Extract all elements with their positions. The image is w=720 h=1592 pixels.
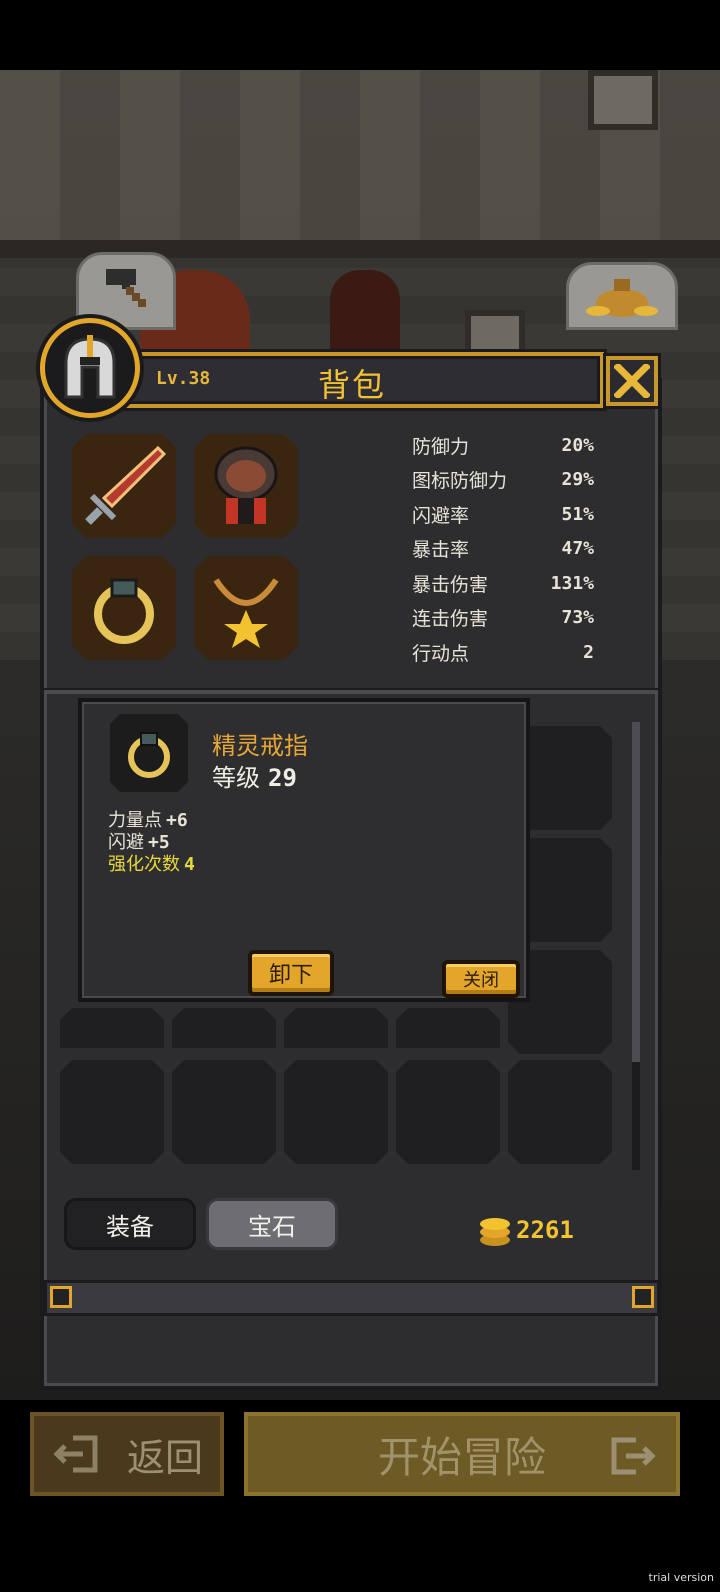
ring-icon <box>128 732 170 778</box>
leather-armor-icon <box>214 446 278 524</box>
item-attribute-enhance: 强化次数 4 <box>108 854 195 876</box>
stat-label: 暴击伤害 <box>412 573 489 596</box>
weapon-slot[interactable] <box>72 434 176 538</box>
attribute-label: 力量点 <box>108 810 162 831</box>
attribute-value: +6 <box>166 810 188 831</box>
stat-row: 暴击伤害 131% <box>412 566 594 601</box>
stat-value: 20% <box>561 434 594 456</box>
armor-slot[interactable] <box>194 434 298 538</box>
stat-label: 闪避率 <box>412 504 470 527</box>
inventory-cell[interactable] <box>396 1060 500 1164</box>
scrollbar-thumb[interactable] <box>632 722 640 1062</box>
item-level-label: 等级 <box>212 764 260 792</box>
stat-row: 图标防御力 29% <box>412 463 594 498</box>
stat-row: 闪避率 51% <box>412 497 594 532</box>
close-icon <box>614 364 650 398</box>
gold-coin-icon <box>480 1218 510 1246</box>
inventory-cell[interactable] <box>60 1060 164 1164</box>
exit-arrow-icon <box>53 1435 98 1473</box>
stat-value: 73% <box>561 607 594 629</box>
ring-icon <box>94 578 154 644</box>
knight-helmet-icon <box>64 335 116 399</box>
stat-label: 行动点 <box>412 642 470 665</box>
ring-slot[interactable] <box>72 556 176 660</box>
panel-bottom-rail <box>44 1280 660 1316</box>
stat-value: 29% <box>561 469 594 491</box>
coin-bag-icon <box>586 279 658 317</box>
item-detail-popup: 精灵戒指 等级 29 力量点 +6 闪避 +5 强化次数 4 卸下 关闭 <box>78 698 530 1002</box>
title-bar: Lv.38 背包 <box>100 352 604 408</box>
stat-label: 连击伤害 <box>412 608 489 631</box>
star-necklace-icon <box>213 578 279 648</box>
item-attribute: 闪避 +5 <box>108 832 170 854</box>
window <box>588 70 658 130</box>
stat-value: 47% <box>561 538 594 560</box>
attribute-label: 强化次数 <box>108 854 180 875</box>
necklace-slot[interactable] <box>194 556 298 660</box>
stat-row: 行动点 2 <box>412 635 594 670</box>
inventory-cell[interactable] <box>284 1060 388 1164</box>
stat-label: 图标防御力 <box>412 470 508 493</box>
start-label: 开始冒险 <box>377 1432 546 1482</box>
rivet-decoration <box>632 1286 654 1308</box>
inventory-cell[interactable] <box>396 1008 500 1048</box>
trial-version-label: trial version <box>648 1571 714 1584</box>
inventory-cell[interactable] <box>60 1008 164 1048</box>
inventory-cell[interactable] <box>172 1008 276 1048</box>
stat-row: 防御力 20% <box>412 428 594 463</box>
attribute-value: 4 <box>184 854 195 875</box>
rivet-decoration <box>50 1286 72 1308</box>
stat-value: 51% <box>561 503 594 525</box>
inventory-cell[interactable] <box>508 1060 612 1164</box>
tab-equipment[interactable]: 装备 <box>64 1198 196 1250</box>
unequip-button[interactable]: 卸下 <box>248 950 334 996</box>
inventory-cell[interactable] <box>172 1060 276 1164</box>
merchant-bag-button[interactable] <box>566 262 678 330</box>
item-level: 等级 29 <box>212 758 297 793</box>
attribute-value: +5 <box>148 832 170 853</box>
start-adventure-button[interactable]: 开始冒险 <box>244 1412 680 1496</box>
stats-list: 防御力 20% 图标防御力 29% 闪避率 51% 暴击率 47% 暴击伤害 1… <box>412 428 594 670</box>
item-icon-frame <box>110 714 188 792</box>
page-title: 背包 <box>317 366 386 404</box>
popup-close-button[interactable]: 关闭 <box>442 960 520 998</box>
stat-row: 连击伤害 73% <box>412 601 594 636</box>
tab-gems[interactable]: 宝石 <box>206 1198 338 1250</box>
sword-icon <box>85 445 167 525</box>
back-label: 返回 <box>126 1435 203 1480</box>
item-attribute: 力量点 +6 <box>108 810 188 832</box>
hammer-icon <box>106 269 146 307</box>
enter-arrow-icon <box>611 1437 656 1475</box>
stat-value: 131% <box>550 572 594 594</box>
gold-amount: 2261 <box>516 1216 574 1244</box>
section-divider <box>44 688 658 694</box>
inventory-cell[interactable] <box>284 1008 388 1048</box>
stat-row: 暴击率 47% <box>412 532 594 567</box>
stat-label: 防御力 <box>412 435 470 458</box>
stat-label: 暴击率 <box>412 539 470 562</box>
stat-value: 2 <box>583 641 594 663</box>
attribute-label: 闪避 <box>108 832 144 853</box>
back-button[interactable]: 返回 <box>30 1412 224 1496</box>
item-name: 精灵戒指 <box>212 732 308 760</box>
hero-avatar[interactable] <box>40 318 140 418</box>
close-button[interactable] <box>606 356 658 406</box>
item-level-value: 29 <box>268 764 297 792</box>
